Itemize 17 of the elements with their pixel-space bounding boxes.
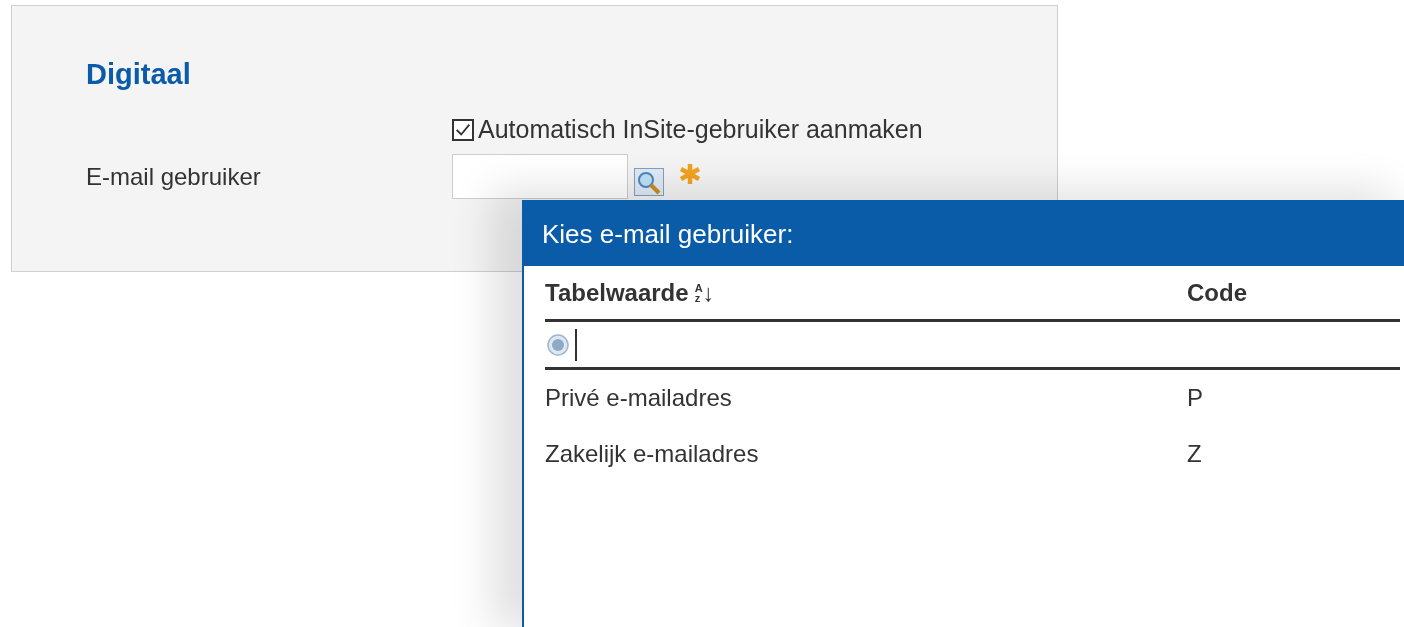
popup-title: Kies e-mail gebruiker: xyxy=(524,202,1404,266)
section-title: Digitaal xyxy=(86,58,192,91)
table-cell-text: P xyxy=(1187,384,1204,412)
table-cell-text: Privé e-mailadres xyxy=(545,384,733,412)
table-row[interactable]: Zakelijk e-mailadres Z xyxy=(545,426,1400,482)
input-field[interactable] xyxy=(452,154,628,199)
column-header: Tabelwaarde xyxy=(545,278,689,307)
field-label: E-mail gebruiker xyxy=(86,162,262,191)
radio-icon[interactable] xyxy=(547,333,569,356)
column-header: Code xyxy=(1187,278,1247,307)
search-icon[interactable] xyxy=(634,167,664,196)
checkbox[interactable]: Automatisch InSite-gebruiker aanmaken xyxy=(452,115,923,144)
table-cell-text: Zakelijk e-mailadres xyxy=(545,440,760,468)
asterisk-icon xyxy=(678,161,702,186)
table-row[interactable]: Privé e-mailadres P xyxy=(545,370,1400,426)
table-cell-text: Z xyxy=(1187,440,1203,468)
text-cursor xyxy=(575,328,577,361)
